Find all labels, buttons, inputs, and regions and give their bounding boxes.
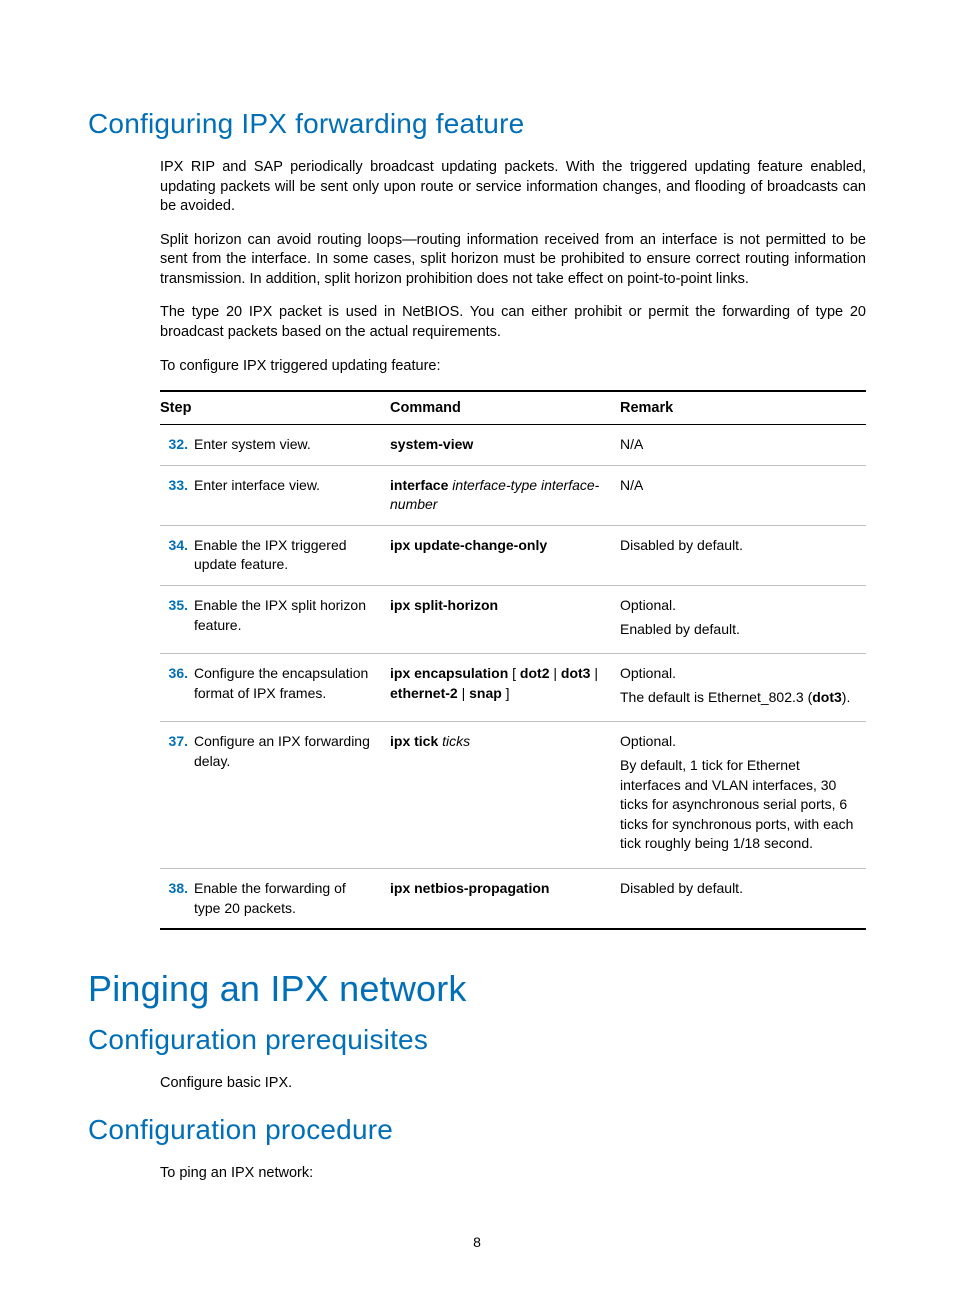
table-row: 36. Configure the encapsulation format of… bbox=[160, 654, 866, 722]
step-text: Enter interface view. bbox=[194, 476, 374, 496]
command-table: Step Command Remark 32. Enter system view… bbox=[160, 390, 866, 930]
remark-text: Optional. bbox=[620, 732, 860, 752]
table-row: 32. Enter system view. system-view N/A bbox=[160, 425, 866, 466]
step-text: Enter system view. bbox=[194, 435, 374, 455]
command-text: system-view bbox=[390, 436, 473, 452]
step-number: 37. bbox=[160, 732, 188, 752]
command-text: ipx netbios-propagation bbox=[390, 880, 549, 896]
col-header-command: Command bbox=[390, 391, 620, 425]
table-row: 38. Enable the forwarding of type 20 pack… bbox=[160, 868, 866, 929]
command-text: ipx split-horizon bbox=[390, 597, 498, 613]
step-number: 36. bbox=[160, 664, 188, 684]
table-row: 35. Enable the IPX split horizon feature.… bbox=[160, 586, 866, 654]
step-number: 34. bbox=[160, 536, 188, 556]
section-heading-forwarding: Configuring IPX forwarding feature bbox=[88, 108, 866, 140]
paragraph: To ping an IPX network: bbox=[160, 1164, 866, 1184]
step-text: Configure an IPX forwarding delay. bbox=[194, 732, 374, 771]
remark-text: Disabled by default. bbox=[620, 537, 743, 553]
command-arg: ticks bbox=[438, 733, 470, 749]
col-header-remark: Remark bbox=[620, 391, 866, 425]
command-text: ipx encapsulation bbox=[390, 665, 508, 681]
step-number: 32. bbox=[160, 435, 188, 455]
table-row: 33.Enter interface view. interface inter… bbox=[160, 465, 866, 525]
remark-text: Optional. bbox=[620, 664, 860, 684]
section-heading-ping: Pinging an IPX network bbox=[88, 968, 866, 1010]
step-text: Enable the IPX triggered update feature. bbox=[194, 536, 374, 575]
section-heading-procedure: Configuration procedure bbox=[88, 1114, 866, 1146]
remark-text: The default is Ethernet_802.3 (dot3). bbox=[620, 688, 860, 708]
paragraph: IPX RIP and SAP periodically broadcast u… bbox=[160, 158, 866, 217]
step-text: Enable the forwarding of type 20 packets… bbox=[194, 879, 374, 918]
paragraph: To configure IPX triggered updating feat… bbox=[160, 357, 866, 377]
command-text: ipx update-change-only bbox=[390, 537, 547, 553]
table-header-row: Step Command Remark bbox=[160, 391, 866, 425]
paragraph: Split horizon can avoid routing loops—ro… bbox=[160, 231, 866, 290]
paragraph: The type 20 IPX packet is used in NetBIO… bbox=[160, 303, 866, 342]
remark-text: Optional. bbox=[620, 596, 860, 616]
step-number: 38. bbox=[160, 879, 188, 899]
remark-text: N/A bbox=[620, 436, 643, 452]
paragraph: Configure basic IPX. bbox=[160, 1074, 866, 1094]
table-row: 37. Configure an IPX forwarding delay. ip… bbox=[160, 722, 866, 869]
table-row: 34. Enable the IPX triggered update featu… bbox=[160, 525, 866, 585]
remark-text: By default, 1 tick for Ethernet interfac… bbox=[620, 756, 860, 854]
step-text: Enable the IPX split horizon feature. bbox=[194, 596, 374, 635]
remark-text: N/A bbox=[620, 477, 643, 493]
col-header-step: Step bbox=[160, 391, 390, 425]
step-number: 33. bbox=[160, 476, 188, 496]
command-text: ipx tick bbox=[390, 733, 438, 749]
step-number: 35. bbox=[160, 596, 188, 616]
section-heading-prereq: Configuration prerequisites bbox=[88, 1024, 866, 1056]
remark-text: Enabled by default. bbox=[620, 620, 860, 640]
page-number: 8 bbox=[0, 1234, 954, 1250]
command-text: interface bbox=[390, 477, 448, 493]
remark-text: Disabled by default. bbox=[620, 880, 743, 896]
step-text: Configure the encapsulation format of IP… bbox=[194, 664, 374, 703]
